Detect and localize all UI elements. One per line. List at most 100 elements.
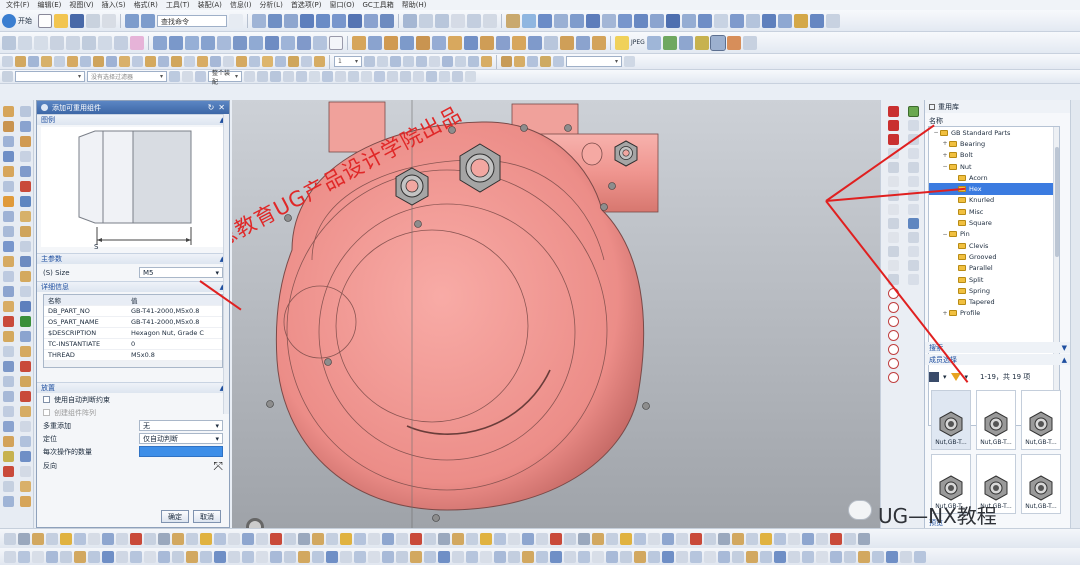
menu-item[interactable]: 格式(R) (134, 0, 158, 10)
block-icon[interactable] (384, 35, 398, 50)
toolbar-tool-icon[interactable] (424, 550, 436, 563)
feature-tool-icon[interactable] (3, 316, 14, 327)
details-row[interactable]: OS_PART_NAME GB-T41-2000,M5x0.8 (44, 317, 222, 328)
snap-icon[interactable] (387, 71, 398, 82)
feature-tool-icon[interactable] (3, 361, 14, 372)
extrude-icon[interactable] (153, 35, 167, 50)
collapse-icon[interactable]: − (942, 163, 948, 170)
toolbar-tool-icon[interactable] (172, 550, 184, 563)
feature-tool-icon[interactable] (20, 301, 31, 312)
toolbar-tool-icon[interactable] (718, 550, 730, 563)
bulb-icon[interactable] (615, 35, 629, 50)
toolbar-tool-icon[interactable] (564, 532, 576, 545)
toolbar-tool-icon[interactable] (116, 550, 128, 563)
feature-tool-icon[interactable] (20, 451, 31, 462)
search-section[interactable]: 搜索 ▼ (925, 342, 1071, 353)
block-icon[interactable] (512, 35, 526, 50)
edit-icon[interactable] (249, 56, 260, 67)
toolbar-tool-icon[interactable] (74, 550, 86, 563)
count-field[interactable]: 1 ▾ (334, 56, 362, 67)
command-finder-input[interactable]: 查找命令 (157, 14, 227, 27)
cut-icon[interactable] (86, 13, 100, 28)
line-icon[interactable] (50, 35, 64, 50)
edit-icon[interactable] (210, 56, 221, 67)
undo-icon[interactable] (125, 13, 139, 28)
toolbar-tool-icon[interactable] (760, 550, 772, 563)
snap-icon[interactable] (361, 71, 372, 82)
open-folder-icon[interactable] (54, 13, 68, 28)
toolbar-tool-icon[interactable] (18, 532, 30, 545)
collapse-icon[interactable]: − (942, 231, 948, 238)
feature-tool-icon[interactable] (3, 286, 14, 297)
feature-icon[interactable] (650, 13, 664, 28)
toolbar-tool-icon[interactable] (858, 550, 870, 563)
circle-icon[interactable] (98, 35, 112, 50)
type-filter-combo[interactable]: 没有选择过滤器 ▾ (87, 71, 167, 82)
tree-node[interactable]: Acorn (929, 172, 1059, 183)
toolbar-tool-icon[interactable] (116, 532, 128, 545)
feature-tool-icon[interactable] (20, 226, 31, 237)
history-icon[interactable] (887, 260, 899, 271)
feature-icon[interactable] (586, 13, 600, 28)
measure-icon[interactable] (506, 13, 520, 28)
create-array-checkbox[interactable] (43, 409, 50, 416)
feature-icon[interactable] (682, 13, 696, 28)
surface-icon[interactable] (217, 35, 231, 50)
toolbar-tool-icon[interactable] (242, 550, 254, 563)
feature-tool-icon[interactable] (3, 466, 14, 477)
feature-tool-icon[interactable] (3, 406, 14, 417)
expand-icon[interactable]: + (942, 140, 948, 147)
toolbar-tool-icon[interactable] (158, 550, 170, 563)
toolbar-tool-icon[interactable] (368, 550, 380, 563)
menu-item[interactable]: 工具(T) (166, 0, 190, 10)
toolbar-tool-icon[interactable] (536, 532, 548, 545)
toolbar-tool-icon[interactable] (298, 532, 310, 545)
edit-icon[interactable] (41, 56, 52, 67)
tree-node[interactable]: + Bearing (929, 138, 1059, 149)
pattern-icon[interactable] (364, 56, 375, 67)
sketch-icon[interactable] (907, 246, 919, 257)
toolbar-tool-icon[interactable] (620, 532, 632, 545)
feature-tool-icon[interactable] (20, 181, 31, 192)
toolbar-tool-icon[interactable] (130, 532, 142, 545)
feature-icon[interactable] (634, 13, 648, 28)
tree-node[interactable]: Grooved (929, 251, 1059, 262)
snap-icon[interactable] (413, 71, 424, 82)
details-hscrollbar[interactable] (44, 361, 222, 367)
toolbar-tool-icon[interactable] (144, 550, 156, 563)
toolbar-tool-icon[interactable] (788, 532, 800, 545)
snap-icon[interactable] (426, 71, 437, 82)
toolbar-tool-icon[interactable] (550, 550, 562, 563)
curve-icon[interactable] (419, 13, 433, 28)
auto-constraint-checkbox[interactable] (43, 396, 50, 403)
jpeg-label[interactable]: JPEG (631, 39, 645, 46)
menu-item[interactable]: 信息(I) (230, 0, 252, 10)
clock-icon[interactable] (887, 372, 899, 383)
snap-icon[interactable] (452, 71, 463, 82)
feature-icon[interactable] (826, 13, 840, 28)
feature-tool-icon[interactable] (20, 391, 31, 402)
feature-tool-icon[interactable] (20, 256, 31, 267)
feature-tool-icon[interactable] (20, 466, 31, 477)
render-icon[interactable] (662, 35, 677, 50)
tree-node[interactable]: − Nut (929, 161, 1059, 172)
pattern-icon[interactable] (481, 56, 492, 67)
toolbar-tool-icon[interactable] (592, 532, 604, 545)
snap-icon[interactable] (400, 71, 411, 82)
tree-node[interactable]: Split (929, 274, 1059, 285)
render-icon[interactable] (678, 35, 693, 50)
toolbar-tool-icon[interactable] (690, 532, 702, 545)
tree-node[interactable]: Square (929, 217, 1059, 228)
analysis-icon[interactable] (709, 34, 726, 51)
feature-icon[interactable] (762, 13, 776, 28)
hex-nut-pipe[interactable] (614, 140, 638, 167)
history-icon[interactable] (887, 162, 899, 173)
point-icon[interactable] (18, 35, 32, 50)
toolbar-tool-icon[interactable] (480, 550, 492, 563)
checkbox-icon[interactable] (929, 103, 935, 110)
polygon-icon[interactable] (114, 35, 128, 50)
gear-icon[interactable] (41, 104, 48, 111)
pattern-icon[interactable] (416, 56, 427, 67)
tree-scroll-thumb[interactable] (1055, 147, 1059, 257)
toolbar-tool-icon[interactable] (4, 532, 16, 545)
